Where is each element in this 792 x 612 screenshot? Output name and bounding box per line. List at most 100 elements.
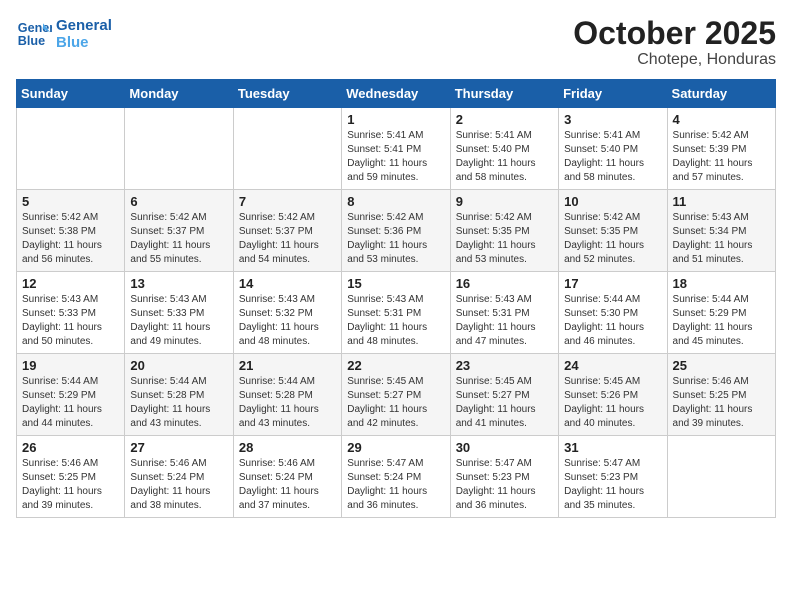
day-number: 9 xyxy=(456,194,553,209)
day-info: Sunrise: 5:45 AM Sunset: 5:27 PM Dayligh… xyxy=(456,375,553,431)
day-info: Sunrise: 5:46 AM Sunset: 5:25 PM Dayligh… xyxy=(673,375,770,431)
calendar-cell: 25 Sunrise: 5:46 AM Sunset: 5:25 PM Dayli… xyxy=(667,354,775,436)
header: General Blue General Blue October 2025 C… xyxy=(16,16,776,69)
day-number: 22 xyxy=(347,358,444,373)
calendar-cell: 20 Sunrise: 5:44 AM Sunset: 5:28 PM Dayli… xyxy=(125,354,233,436)
calendar-cell: 4Sunrise: 5:42 AM Sunset: 5:39 PM Daylig… xyxy=(667,108,775,190)
calendar-week-row: 12 Sunrise: 5:43 AM Sunset: 5:33 PM Dayli… xyxy=(17,272,776,354)
calendar-cell: 7 Sunrise: 5:42 AM Sunset: 5:37 PM Daylig… xyxy=(233,190,341,272)
calendar-cell: 21Sunrise: 5:44 AM Sunset: 5:28 PM Dayli… xyxy=(233,354,341,436)
calendar-cell: 30Sunrise: 5:47 AM Sunset: 5:23 PM Dayli… xyxy=(450,436,558,518)
day-info: Sunrise: 5:43 AM Sunset: 5:34 PM Dayligh… xyxy=(673,211,770,267)
day-number: 6 xyxy=(130,194,227,209)
location-subtitle: Chotepe, Honduras xyxy=(573,51,776,69)
calendar-header-row: SundayMondayTuesdayWednesdayThursdayFrid… xyxy=(17,80,776,108)
day-number: 19 xyxy=(22,358,119,373)
day-number: 31 xyxy=(564,440,661,455)
title-area: October 2025 Chotepe, Honduras xyxy=(573,16,776,69)
day-number: 25 xyxy=(673,358,770,373)
day-info: Sunrise: 5:47 AM Sunset: 5:23 PM Dayligh… xyxy=(564,457,661,513)
day-info: Sunrise: 5:42 AM Sunset: 5:36 PM Dayligh… xyxy=(347,211,444,267)
day-number: 1 xyxy=(347,112,444,127)
weekday-header: Saturday xyxy=(667,80,775,108)
weekday-header: Friday xyxy=(559,80,667,108)
calendar-cell: 24 Sunrise: 5:45 AM Sunset: 5:26 PM Dayli… xyxy=(559,354,667,436)
day-number: 24 xyxy=(564,358,661,373)
day-number: 5 xyxy=(22,194,119,209)
day-number: 30 xyxy=(456,440,553,455)
day-info: Sunrise: 5:41 AM Sunset: 5:40 PM Dayligh… xyxy=(456,129,553,185)
calendar-cell: 26 Sunrise: 5:46 AM Sunset: 5:25 PM Dayli… xyxy=(17,436,125,518)
day-number: 4 xyxy=(673,112,770,127)
day-number: 18 xyxy=(673,276,770,291)
calendar-week-row: 19 Sunrise: 5:44 AM Sunset: 5:29 PM Dayli… xyxy=(17,354,776,436)
day-info: Sunrise: 5:43 AM Sunset: 5:33 PM Dayligh… xyxy=(130,293,227,349)
day-info: Sunrise: 5:43 AM Sunset: 5:33 PM Dayligh… xyxy=(22,293,119,349)
day-number: 17 xyxy=(564,276,661,291)
day-number: 8 xyxy=(347,194,444,209)
day-info: Sunrise: 5:44 AM Sunset: 5:30 PM Dayligh… xyxy=(564,293,661,349)
calendar-cell xyxy=(125,108,233,190)
weekday-header: Monday xyxy=(125,80,233,108)
day-info: Sunrise: 5:43 AM Sunset: 5:31 PM Dayligh… xyxy=(456,293,553,349)
calendar-cell: 13Sunrise: 5:43 AM Sunset: 5:33 PM Dayli… xyxy=(125,272,233,354)
day-info: Sunrise: 5:42 AM Sunset: 5:35 PM Dayligh… xyxy=(564,211,661,267)
logo-line2: Blue xyxy=(56,34,112,51)
day-number: 16 xyxy=(456,276,553,291)
day-number: 20 xyxy=(130,358,227,373)
day-number: 26 xyxy=(22,440,119,455)
calendar-cell: 15 Sunrise: 5:43 AM Sunset: 5:31 PM Dayli… xyxy=(342,272,450,354)
day-info: Sunrise: 5:44 AM Sunset: 5:28 PM Dayligh… xyxy=(130,375,227,431)
logo-line1: General xyxy=(56,17,112,34)
day-number: 11 xyxy=(673,194,770,209)
calendar-cell: 5 Sunrise: 5:42 AM Sunset: 5:38 PM Daylig… xyxy=(17,190,125,272)
calendar-cell: 3Sunrise: 5:41 AM Sunset: 5:40 PM Daylig… xyxy=(559,108,667,190)
day-info: Sunrise: 5:46 AM Sunset: 5:24 PM Dayligh… xyxy=(130,457,227,513)
calendar-cell: 27 Sunrise: 5:46 AM Sunset: 5:24 PM Dayli… xyxy=(125,436,233,518)
calendar-cell: 2 Sunrise: 5:41 AM Sunset: 5:40 PM Daylig… xyxy=(450,108,558,190)
day-number: 15 xyxy=(347,276,444,291)
day-number: 27 xyxy=(130,440,227,455)
calendar-cell: 11 Sunrise: 5:43 AM Sunset: 5:34 PM Dayli… xyxy=(667,190,775,272)
calendar-cell: 28 Sunrise: 5:46 AM Sunset: 5:24 PM Dayli… xyxy=(233,436,341,518)
day-info: Sunrise: 5:46 AM Sunset: 5:25 PM Dayligh… xyxy=(22,457,119,513)
calendar-cell: 19 Sunrise: 5:44 AM Sunset: 5:29 PM Dayli… xyxy=(17,354,125,436)
day-number: 7 xyxy=(239,194,336,209)
calendar-cell: 29Sunrise: 5:47 AM Sunset: 5:24 PM Dayli… xyxy=(342,436,450,518)
day-number: 12 xyxy=(22,276,119,291)
calendar-cell: 9Sunrise: 5:42 AM Sunset: 5:35 PM Daylig… xyxy=(450,190,558,272)
day-info: Sunrise: 5:42 AM Sunset: 5:37 PM Dayligh… xyxy=(130,211,227,267)
weekday-header: Wednesday xyxy=(342,80,450,108)
day-number: 10 xyxy=(564,194,661,209)
calendar-cell: 14Sunrise: 5:43 AM Sunset: 5:32 PM Dayli… xyxy=(233,272,341,354)
calendar-cell xyxy=(17,108,125,190)
calendar-cell: 17 Sunrise: 5:44 AM Sunset: 5:30 PM Dayli… xyxy=(559,272,667,354)
day-info: Sunrise: 5:44 AM Sunset: 5:29 PM Dayligh… xyxy=(673,293,770,349)
calendar-cell: 10 Sunrise: 5:42 AM Sunset: 5:35 PM Dayli… xyxy=(559,190,667,272)
calendar-cell: 12 Sunrise: 5:43 AM Sunset: 5:33 PM Dayli… xyxy=(17,272,125,354)
weekday-header: Thursday xyxy=(450,80,558,108)
logo: General Blue General Blue xyxy=(16,16,112,52)
day-number: 21 xyxy=(239,358,336,373)
day-info: Sunrise: 5:47 AM Sunset: 5:24 PM Dayligh… xyxy=(347,457,444,513)
calendar-cell xyxy=(667,436,775,518)
calendar-cell: 22 Sunrise: 5:45 AM Sunset: 5:27 PM Dayli… xyxy=(342,354,450,436)
day-info: Sunrise: 5:43 AM Sunset: 5:32 PM Dayligh… xyxy=(239,293,336,349)
day-info: Sunrise: 5:42 AM Sunset: 5:37 PM Dayligh… xyxy=(239,211,336,267)
weekday-header: Tuesday xyxy=(233,80,341,108)
day-info: Sunrise: 5:42 AM Sunset: 5:38 PM Dayligh… xyxy=(22,211,119,267)
calendar-cell: 31 Sunrise: 5:47 AM Sunset: 5:23 PM Dayli… xyxy=(559,436,667,518)
day-number: 3 xyxy=(564,112,661,127)
day-number: 28 xyxy=(239,440,336,455)
day-info: Sunrise: 5:45 AM Sunset: 5:27 PM Dayligh… xyxy=(347,375,444,431)
weekday-header: Sunday xyxy=(17,80,125,108)
day-number: 2 xyxy=(456,112,553,127)
calendar: SundayMondayTuesdayWednesdayThursdayFrid… xyxy=(16,79,776,518)
day-info: Sunrise: 5:46 AM Sunset: 5:24 PM Dayligh… xyxy=(239,457,336,513)
calendar-cell: 8 Sunrise: 5:42 AM Sunset: 5:36 PM Daylig… xyxy=(342,190,450,272)
calendar-cell: 1Sunrise: 5:41 AM Sunset: 5:41 PM Daylig… xyxy=(342,108,450,190)
day-info: Sunrise: 5:44 AM Sunset: 5:29 PM Dayligh… xyxy=(22,375,119,431)
day-info: Sunrise: 5:45 AM Sunset: 5:26 PM Dayligh… xyxy=(564,375,661,431)
day-info: Sunrise: 5:43 AM Sunset: 5:31 PM Dayligh… xyxy=(347,293,444,349)
logo-icon: General Blue xyxy=(16,16,52,52)
